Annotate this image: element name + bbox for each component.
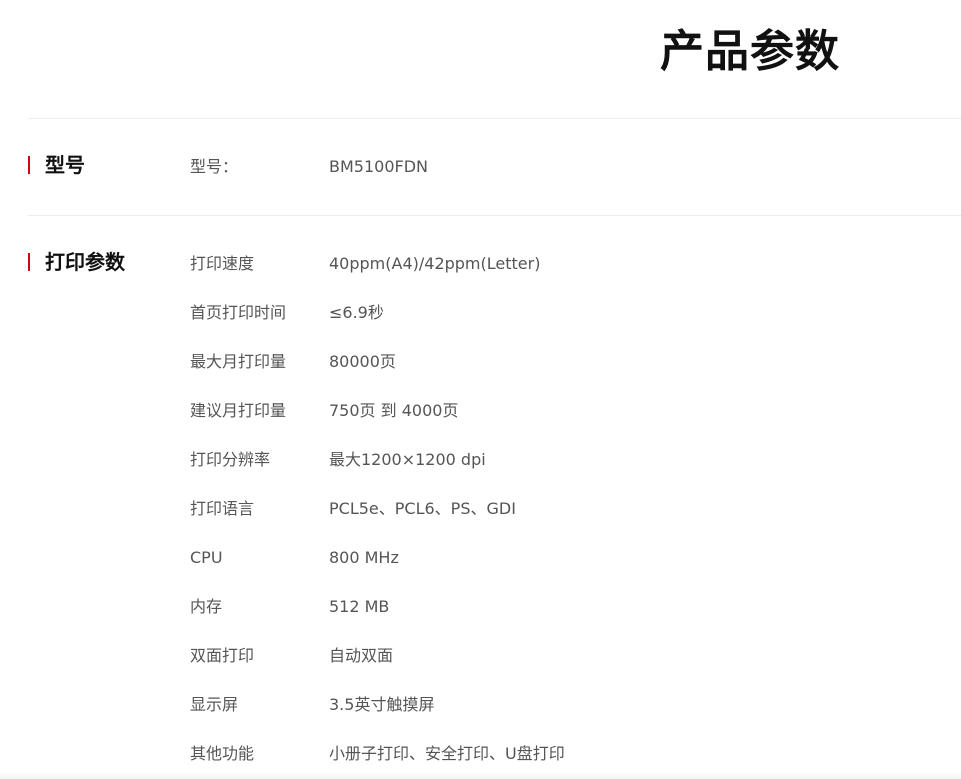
- spec-label: 首页打印时间: [190, 303, 287, 322]
- spec-value: 750页 到 4000页: [329, 401, 459, 420]
- spec-value: 800 MHz: [329, 548, 399, 567]
- spec-label: 型号：: [190, 157, 239, 176]
- spec-value: BM5100FDN: [329, 157, 428, 176]
- page-title: 产品参数: [660, 26, 840, 77]
- section-title-print: 打印参数: [28, 250, 125, 274]
- spec-value: 80000页: [329, 352, 396, 371]
- section-title-text: 型号: [45, 153, 85, 177]
- spec-label: 建议月打印量: [190, 401, 287, 420]
- spec-label: 其他功能: [190, 744, 255, 763]
- spec-value: 小册子打印、安全打印、U盘打印: [329, 744, 565, 763]
- section-accent-bar: [28, 253, 30, 271]
- spec-value: 自动双面: [329, 646, 394, 665]
- spec-value: 最大1200×1200 dpi: [329, 450, 486, 469]
- spec-label: 打印速度: [190, 254, 255, 273]
- divider: [28, 215, 961, 216]
- spec-value: ≤6.9秒: [329, 303, 384, 322]
- spec-label: CPU: [190, 548, 223, 567]
- spec-label: 打印语言: [190, 499, 255, 518]
- spec-label: 打印分辨率: [190, 450, 271, 469]
- spec-value: 3.5英寸触摸屏: [329, 695, 435, 714]
- section-title-model: 型号: [28, 153, 85, 177]
- section-accent-bar: [28, 156, 30, 174]
- spec-label: 最大月打印量: [190, 352, 287, 371]
- spec-label: 显示屏: [190, 695, 239, 714]
- spec-label: 双面打印: [190, 646, 255, 665]
- spec-value: 40ppm(A4)/42ppm(Letter): [329, 254, 541, 273]
- spec-value: PCL5e、PCL6、PS、GDI: [329, 499, 516, 518]
- spec-label: 内存: [190, 597, 223, 616]
- divider: [28, 118, 961, 119]
- bottom-fade: [0, 771, 961, 779]
- spec-value: 512 MB: [329, 597, 390, 616]
- section-title-text: 打印参数: [45, 250, 125, 274]
